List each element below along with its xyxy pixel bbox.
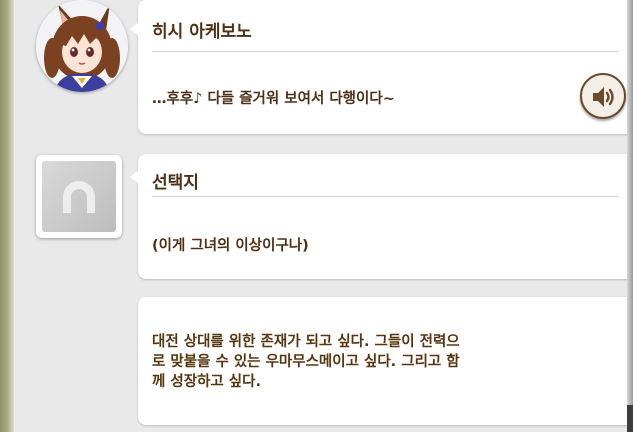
narration-bubble: 대전 상대를 위한 존재가 되고 싶다. 그들이 전력으 로 맞붙을 수 있는 …: [138, 297, 633, 425]
scrollbar-thumb[interactable]: [627, 405, 633, 432]
divider: [152, 196, 618, 197]
speaker-icon: [593, 87, 614, 107]
voice-play-button[interactable]: [580, 73, 626, 119]
character-avatar: [36, 0, 128, 92]
choice-bubble: 선택지 (이게 그녀의 이상이구나): [130, 154, 633, 279]
horseshoe-icon: [63, 181, 95, 213]
choice-icon-background: [42, 161, 116, 232]
bubble-tail: [130, 170, 139, 184]
narration-line: 로 맞붙을 수 있는 우마무스메이고 싶다. 그리고 함: [152, 354, 460, 370]
scrollbar-track[interactable]: [627, 0, 633, 432]
narration-line: 께 성장하고 싶다.: [152, 374, 261, 390]
speaker-name: 히시 아케보노: [152, 22, 252, 42]
choice-label: 선택지: [152, 173, 199, 193]
bubble-tail: [130, 22, 139, 36]
background-edge: [0, 0, 14, 432]
choice-line: (이게 그녀의 이상이구나): [152, 238, 309, 254]
narration-line: 대전 상대를 위한 존재가 되고 싶다. 그들이 전력으: [152, 334, 460, 350]
story-log-panel: 히시 아케보노 …후후♪ 다들 즐거워 보여서 다행이다~ 선택지 (이게 그녀…: [14, 0, 633, 432]
divider: [152, 51, 618, 52]
narration-text: 대전 상대를 위한 존재가 되고 싶다. 그들이 전력으 로 맞붙을 수 있는 …: [152, 332, 547, 392]
dialogue-line: …후후♪ 다들 즐거워 보여서 다행이다~: [152, 91, 395, 107]
dialogue-bubble: 히시 아케보노 …후후♪ 다들 즐거워 보여서 다행이다~: [130, 0, 633, 134]
choice-icon-card: [36, 155, 122, 238]
